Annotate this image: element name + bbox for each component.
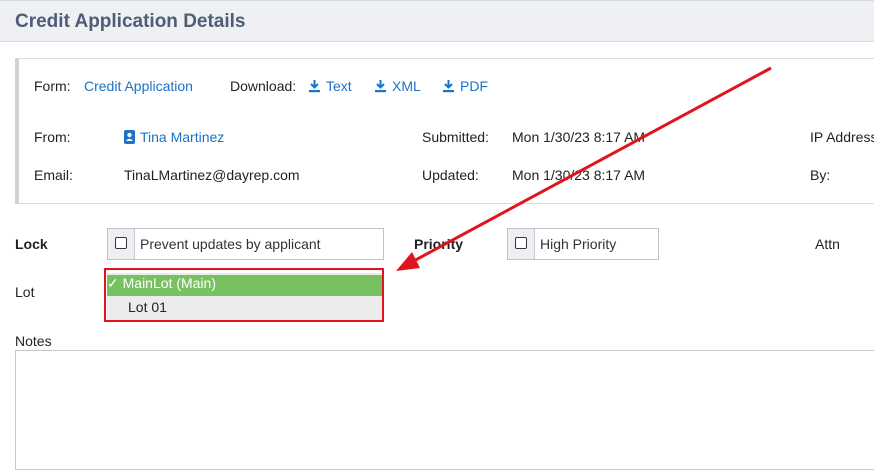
annotation-arrow <box>396 66 772 271</box>
